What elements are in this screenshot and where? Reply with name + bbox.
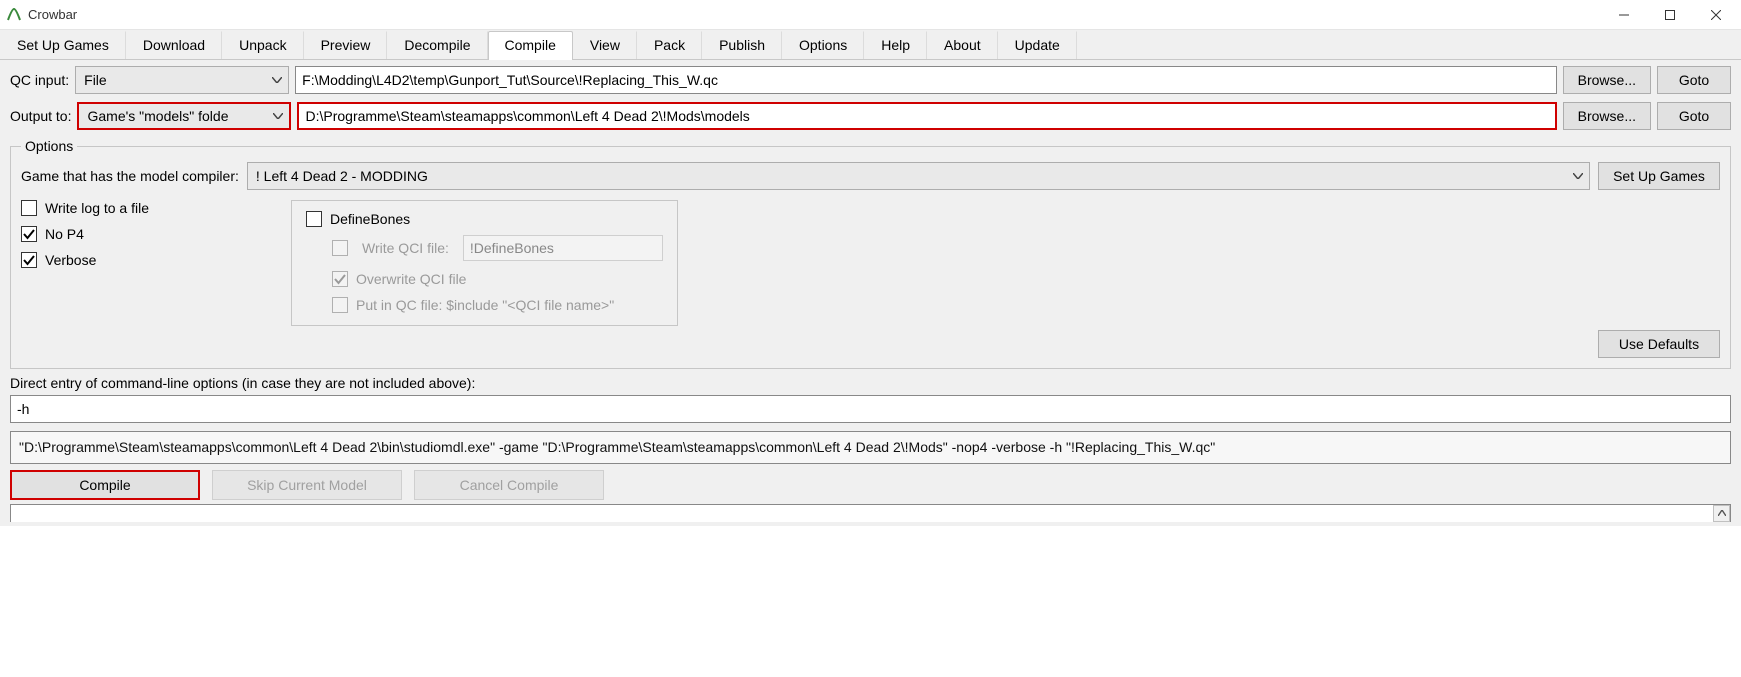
tab-about[interactable]: About bbox=[927, 31, 998, 59]
tab-pack[interactable]: Pack bbox=[637, 31, 702, 59]
output-to-mode-value: Game's "models" folde bbox=[87, 108, 228, 124]
action-row: Compile Skip Current Model Cancel Compil… bbox=[10, 470, 1731, 500]
write-log-label: Write log to a file bbox=[45, 200, 149, 216]
minimize-button[interactable] bbox=[1601, 0, 1647, 30]
use-defaults-button[interactable]: Use Defaults bbox=[1598, 330, 1720, 358]
compile-output-area[interactable] bbox=[10, 504, 1731, 522]
tab-publish[interactable]: Publish bbox=[702, 31, 782, 59]
command-line-preview: "D:\Programme\Steam\steamapps\common\Lef… bbox=[10, 431, 1731, 464]
direct-entry-label: Direct entry of command-line options (in… bbox=[10, 375, 1731, 391]
options-grid: Write log to a file No P4 Verbose bbox=[21, 200, 1720, 326]
qc-input-row: QC input: File F:\Modding\L4D2\temp\Gunp… bbox=[10, 66, 1731, 94]
verbose-label: Verbose bbox=[45, 252, 96, 268]
qc-input-label: QC input: bbox=[10, 72, 69, 88]
tab-decompile[interactable]: Decompile bbox=[387, 31, 487, 59]
tab-update[interactable]: Update bbox=[998, 31, 1077, 59]
put-in-qc-label: Put in QC file: $include "<QCI file name… bbox=[356, 297, 614, 313]
checkbox-box bbox=[21, 226, 37, 242]
checkbox-box bbox=[332, 271, 348, 287]
qc-input-mode-value: File bbox=[84, 72, 107, 88]
cancel-compile-button: Cancel Compile bbox=[414, 470, 604, 500]
no-p4-label: No P4 bbox=[45, 226, 84, 242]
compile-button[interactable]: Compile bbox=[10, 470, 200, 500]
overwrite-qci-checkbox: Overwrite QCI file bbox=[332, 271, 663, 287]
overwrite-qci-label: Overwrite QCI file bbox=[356, 271, 466, 287]
chevron-down-icon bbox=[273, 111, 283, 121]
write-log-checkbox[interactable]: Write log to a file bbox=[21, 200, 273, 216]
write-qci-checkbox: Write QCI file: !DefineBones bbox=[332, 235, 663, 261]
app-logo-icon bbox=[6, 7, 22, 23]
output-to-browse-button[interactable]: Browse... bbox=[1563, 102, 1651, 130]
checkbox-box bbox=[21, 200, 37, 216]
set-up-games-button[interactable]: Set Up Games bbox=[1598, 162, 1720, 190]
chevron-down-icon bbox=[1573, 171, 1583, 181]
tab-view[interactable]: View bbox=[573, 31, 637, 59]
qc-input-mode-select[interactable]: File bbox=[75, 66, 289, 94]
checkbox-box bbox=[332, 240, 348, 256]
tab-help[interactable]: Help bbox=[864, 31, 927, 59]
options-legend: Options bbox=[21, 138, 77, 154]
definebones-group: DefineBones Write QCI file: !DefineBones… bbox=[291, 200, 678, 326]
titlebar: Crowbar bbox=[0, 0, 1741, 30]
qc-input-path[interactable]: F:\Modding\L4D2\temp\Gunport_Tut\Source\… bbox=[295, 66, 1557, 94]
compile-panel: QC input: File F:\Modding\L4D2\temp\Gunp… bbox=[0, 60, 1741, 526]
checkbox-box bbox=[332, 297, 348, 313]
options-fieldset: Options Game that has the model compiler… bbox=[10, 138, 1731, 369]
maximize-button[interactable] bbox=[1647, 0, 1693, 30]
tab-options[interactable]: Options bbox=[782, 31, 864, 59]
tab-preview[interactable]: Preview bbox=[304, 31, 388, 59]
direct-entry-input[interactable]: -h bbox=[10, 395, 1731, 423]
definebones-checkbox[interactable]: DefineBones bbox=[306, 211, 663, 227]
qc-input-browse-button[interactable]: Browse... bbox=[1563, 66, 1651, 94]
tab-compile[interactable]: Compile bbox=[488, 31, 573, 60]
put-in-qc-checkbox: Put in QC file: $include "<QCI file name… bbox=[332, 297, 663, 313]
definebones-subgroup: Write QCI file: !DefineBones Overwrite Q… bbox=[332, 235, 663, 313]
output-to-path[interactable]: D:\Programme\Steam\steamapps\common\Left… bbox=[297, 102, 1556, 130]
tab-unpack[interactable]: Unpack bbox=[222, 31, 303, 59]
tab-setup-games[interactable]: Set Up Games bbox=[0, 31, 126, 59]
checkbox-box bbox=[21, 252, 37, 268]
window-title: Crowbar bbox=[28, 7, 1601, 22]
write-qci-label: Write QCI file: bbox=[362, 240, 449, 256]
output-to-row: Output to: Game's "models" folde D:\Prog… bbox=[10, 102, 1731, 130]
checkbox-box bbox=[306, 211, 322, 227]
game-compiler-select[interactable]: ! Left 4 Dead 2 - MODDING bbox=[247, 162, 1590, 190]
output-to-label: Output to: bbox=[10, 108, 71, 124]
output-to-goto-button[interactable]: Goto bbox=[1657, 102, 1731, 130]
options-column-left: Write log to a file No P4 Verbose bbox=[21, 200, 273, 326]
tab-download[interactable]: Download bbox=[126, 31, 222, 59]
output-to-mode-select[interactable]: Game's "models" folde bbox=[77, 102, 291, 130]
close-button[interactable] bbox=[1693, 0, 1739, 30]
scroll-up-button[interactable] bbox=[1713, 505, 1730, 522]
options-head-row: Game that has the model compiler: ! Left… bbox=[21, 162, 1720, 190]
window-controls bbox=[1601, 0, 1739, 30]
game-compiler-value: ! Left 4 Dead 2 - MODDING bbox=[256, 168, 428, 184]
definebones-label: DefineBones bbox=[330, 211, 410, 227]
write-qci-value: !DefineBones bbox=[463, 235, 663, 261]
chevron-down-icon bbox=[272, 75, 282, 85]
verbose-checkbox[interactable]: Verbose bbox=[21, 252, 273, 268]
tab-bar: Set Up Games Download Unpack Preview Dec… bbox=[0, 30, 1741, 60]
qc-input-goto-button[interactable]: Goto bbox=[1657, 66, 1731, 94]
no-p4-checkbox[interactable]: No P4 bbox=[21, 226, 273, 242]
game-compiler-label: Game that has the model compiler: bbox=[21, 168, 239, 184]
skip-current-model-button: Skip Current Model bbox=[212, 470, 402, 500]
use-defaults-row: Use Defaults bbox=[21, 330, 1720, 358]
